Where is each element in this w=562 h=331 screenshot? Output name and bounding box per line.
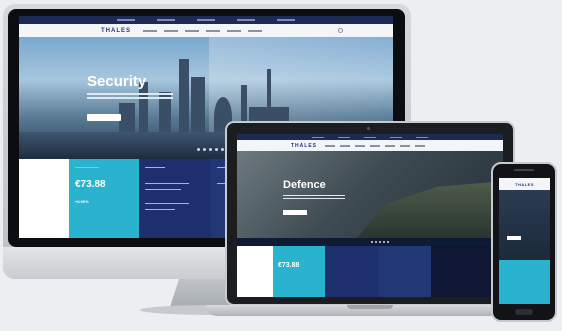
laptop-screen: THALES Defence €73.88 <box>237 134 503 297</box>
share-change: +0.00% <box>75 199 89 204</box>
hero-banner: Defence <box>237 151 503 238</box>
events-card[interactable] <box>325 246 379 297</box>
skyline-tower <box>139 82 148 137</box>
share-price-card[interactable]: €73.88 <box>273 246 325 297</box>
share-price: €73.88 <box>75 179 106 190</box>
share-price-card[interactable] <box>499 260 550 304</box>
hero-cta-button[interactable] <box>507 236 521 240</box>
nav-menu[interactable] <box>143 29 262 32</box>
hero-title: Security <box>87 73 147 90</box>
phone-screen: THALES <box>499 178 550 304</box>
share-price: €73.88 <box>278 262 300 269</box>
site-logo[interactable]: THALES <box>101 28 131 34</box>
hero-title: Defence <box>283 179 326 191</box>
speaker-icon <box>514 169 534 171</box>
utility-bar <box>19 16 393 24</box>
skyline-tower <box>159 92 171 137</box>
hero-banner <box>499 190 550 260</box>
home-button <box>515 309 533 315</box>
news-card[interactable] <box>379 246 431 297</box>
nav-menu[interactable] <box>325 144 425 147</box>
card-blank <box>237 246 273 297</box>
search-icon[interactable] <box>338 28 343 33</box>
site-nav-bar: THALES <box>237 140 503 151</box>
hero-cta-button[interactable] <box>283 210 307 215</box>
carousel-dots[interactable] <box>371 241 389 243</box>
hero-subtitle <box>283 195 345 196</box>
site-logo[interactable]: THALES <box>515 182 534 187</box>
skyline-tower <box>179 59 189 139</box>
site-nav-bar: THALES <box>19 24 393 37</box>
skyline-tower <box>191 77 205 137</box>
card-blank <box>19 159 69 238</box>
hero-subtitle <box>87 93 173 95</box>
hero-cta-button[interactable] <box>87 114 121 121</box>
card-row: €73.88 <box>237 246 503 297</box>
site-nav-bar: THALES <box>499 178 550 190</box>
camera-icon <box>367 127 370 130</box>
laptop-notch <box>347 305 393 309</box>
carousel-dots[interactable] <box>197 148 224 151</box>
terrain-image <box>357 181 503 238</box>
share-price-card[interactable]: €73.88 +0.00% <box>69 159 139 238</box>
site-logo[interactable]: THALES <box>291 143 317 149</box>
events-card[interactable] <box>139 159 211 238</box>
